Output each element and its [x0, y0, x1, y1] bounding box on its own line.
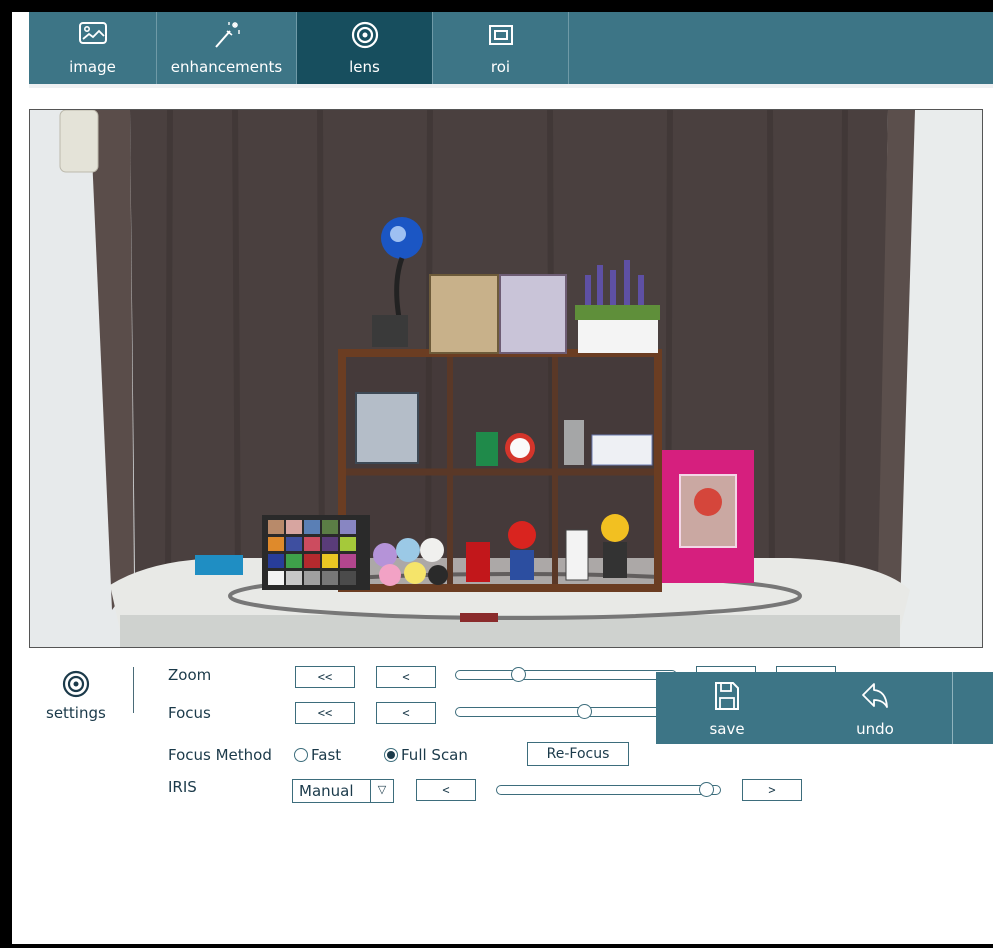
tab-image[interactable]: image [29, 12, 157, 84]
lens-settings-icon[interactable] [61, 669, 91, 703]
image-icon [77, 20, 109, 50]
focus-method-fast-radio[interactable] [294, 748, 308, 762]
focus-method-label: Focus Method [168, 746, 272, 764]
tab-label: image [69, 58, 116, 76]
divider [133, 667, 134, 713]
zoom-out-button[interactable]: < [376, 666, 436, 688]
zoom-label: Zoom [168, 666, 212, 684]
tab-roi[interactable]: roi [433, 12, 569, 84]
tab-enhancements[interactable]: enhancements [157, 12, 297, 84]
dropdown-arrow-icon[interactable]: ▽ [370, 780, 393, 802]
app-frame: image enhancements lens roi settings Zoo… [12, 12, 993, 944]
save-label: save [709, 720, 745, 738]
tab-bar: image enhancements lens roi [29, 12, 993, 84]
focus-slider-knob[interactable] [577, 704, 592, 719]
iris-increase-button[interactable]: > [742, 779, 802, 801]
action-bar: save undo [656, 672, 993, 744]
roi-icon [486, 20, 516, 54]
divider [952, 672, 953, 744]
zoom-slider[interactable] [455, 667, 677, 682]
iris-mode-value: Manual [299, 782, 354, 800]
save-icon [713, 680, 741, 716]
undo-icon [859, 680, 891, 716]
iris-mode-select[interactable]: Manual ▽ [292, 779, 394, 803]
focus-near-button[interactable]: < [376, 702, 436, 724]
focus-method-fast-label[interactable]: Fast [311, 746, 341, 764]
tab-lens[interactable]: lens [297, 12, 433, 84]
zoom-slider-knob[interactable] [511, 667, 526, 682]
tab-label: lens [349, 58, 380, 76]
magic-wand-icon [211, 20, 243, 54]
focus-method-full-scan-radio[interactable] [384, 748, 398, 762]
focus-label: Focus [168, 704, 211, 722]
iris-decrease-button[interactable]: < [416, 779, 476, 801]
tab-bar-underline [29, 84, 993, 88]
lens-icon [350, 20, 380, 54]
refocus-button[interactable]: Re-Focus [527, 742, 629, 766]
settings-label[interactable]: settings [46, 704, 106, 722]
focus-method-full-scan-label[interactable]: Full Scan [401, 746, 468, 764]
zoom-far-out-button[interactable]: << [295, 666, 355, 688]
iris-label: IRIS [168, 778, 197, 796]
camera-image [30, 110, 982, 647]
tab-label: enhancements [170, 58, 283, 76]
focus-far-near-button[interactable]: << [295, 702, 355, 724]
camera-live-view[interactable] [29, 109, 983, 648]
iris-slider[interactable] [496, 782, 721, 797]
undo-button[interactable]: undo [798, 672, 952, 744]
undo-label: undo [856, 720, 894, 738]
iris-slider-knob[interactable] [699, 782, 714, 797]
tab-label: roi [490, 58, 511, 76]
focus-slider[interactable] [455, 704, 677, 719]
save-button[interactable]: save [656, 672, 798, 744]
